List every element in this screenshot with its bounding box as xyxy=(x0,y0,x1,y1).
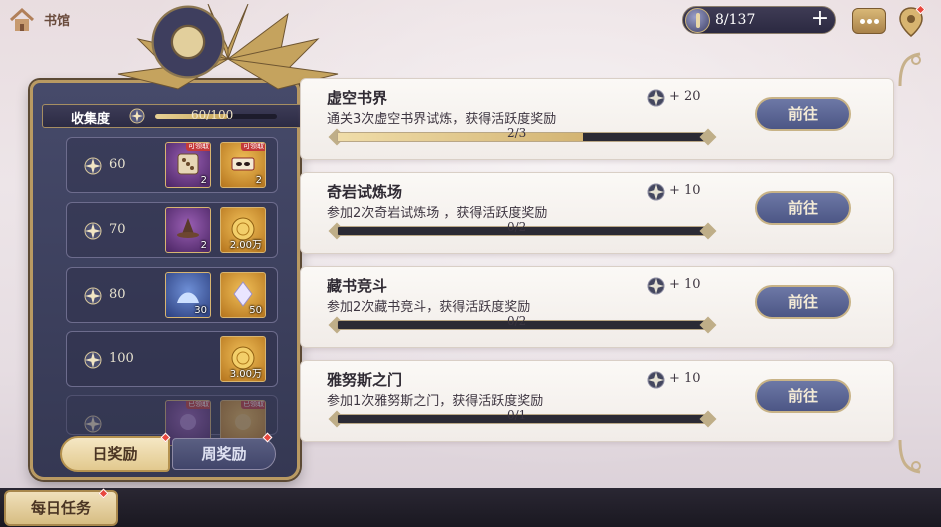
corner-ornament xyxy=(898,439,921,474)
item-count: 30 xyxy=(194,305,207,316)
go-button[interactable]: 前往 xyxy=(755,191,851,225)
task-card: 虚空书界通关3次虚空书界试炼，获得活跃度奖励 + 20 2/3 前往 xyxy=(300,78,894,160)
add-energy-button[interactable]: + xyxy=(809,8,831,31)
task-card: 雅努斯之门参加1次雅努斯之门，获得活跃度奖励 + 10 0/1 前往 xyxy=(300,360,894,442)
task-description: 通关3次虚空书界试炼，获得活跃度奖励 xyxy=(327,112,557,127)
task-progress-fill xyxy=(338,133,584,141)
task-progress-text: 0/1 xyxy=(507,408,527,422)
star-badge-icon xyxy=(84,351,102,369)
activity-point-icon xyxy=(647,277,665,295)
task-description: 参加2次奇岩试炼场 ，获得活跃度奖励 xyxy=(327,206,548,221)
map-pin-button[interactable] xyxy=(898,4,926,38)
item-status-tag: 已领取 xyxy=(241,400,265,409)
crystal-item[interactable]: 50 xyxy=(220,272,266,318)
chat-button[interactable] xyxy=(852,8,886,34)
collection-value: 60/100 xyxy=(191,108,234,122)
item-count: 50 xyxy=(249,305,262,316)
corner-ornament xyxy=(898,52,921,87)
collection-progress: 收集度 60/100 xyxy=(42,104,304,128)
activity-point-icon xyxy=(647,89,665,107)
sun-icon xyxy=(148,2,228,82)
candle-icon xyxy=(685,8,710,33)
item-count: 2.00万 xyxy=(229,240,262,251)
tab-weekly-rewards[interactable]: 周奖励 xyxy=(172,438,276,470)
item-count: 2 xyxy=(255,175,262,186)
task-progress-text: 0/2 xyxy=(507,314,527,328)
tier-value: 70 xyxy=(109,222,126,237)
reward-tier: 80 30 50 xyxy=(66,267,278,323)
go-button[interactable]: 前往 xyxy=(755,285,851,319)
dice-item[interactable]: 2 可领取 xyxy=(165,142,211,188)
task-name: 雅努斯之门 xyxy=(327,371,403,389)
reward-tier: 100 3.00万 xyxy=(66,331,278,387)
task-name: 虚空书界 xyxy=(327,89,388,107)
collection-label: 收集度 xyxy=(71,112,111,127)
item-status-tag: 可领取 xyxy=(186,142,210,151)
bottom-bar xyxy=(0,488,941,527)
reward-tier: 已领取 已领取 xyxy=(66,395,278,446)
star-badge-icon xyxy=(84,287,102,305)
star-badge-icon xyxy=(84,222,102,240)
task-name: 藏书竞斗 xyxy=(327,277,388,295)
reward-tabs: 日奖励 周奖励 xyxy=(60,432,278,472)
powder-item[interactable]: 30 xyxy=(165,272,211,318)
go-button[interactable]: 前往 xyxy=(755,379,851,413)
reward-tier: 60 2 可领取 2 可领取 xyxy=(66,137,278,193)
task-reward: + 20 xyxy=(669,89,701,104)
mask-item[interactable]: 2 可领取 xyxy=(220,142,266,188)
tier-value: 60 xyxy=(109,157,126,172)
gold-coin-item[interactable]: 2.00万 xyxy=(220,207,266,253)
item-count: 2 xyxy=(200,175,207,186)
task-description: 参加2次藏书竞斗，获得活跃度奖励 xyxy=(327,300,531,315)
energy-value: 8/137 xyxy=(715,12,756,28)
witch-hat-item[interactable]: 2 xyxy=(165,207,211,253)
task-reward: + 10 xyxy=(669,371,701,386)
tier-value: 100 xyxy=(109,351,134,366)
item-count: 3.00万 xyxy=(229,369,262,380)
tier-value: 80 xyxy=(109,287,126,302)
task-reward: + 10 xyxy=(669,183,701,198)
task-list: 虚空书界 通关3次虚空书界试炼，获得活跃度奖励 + 20 2/3 前往 奇岩试炼场 参加2次… xyxy=(300,50,921,480)
task-card: 藏书竞斗参加2次藏书竞斗，获得活跃度奖励 + 10 0/2 前往 xyxy=(300,266,894,348)
task-reward: + 10 xyxy=(669,277,701,292)
reward-tier: 70 2 2.00万 xyxy=(66,202,278,258)
activity-point-icon xyxy=(647,183,665,201)
energy-counter: 8/137 + xyxy=(682,6,836,34)
tab-daily-rewards[interactable]: 日奖励 xyxy=(60,436,170,472)
task-card: 奇岩试炼场参加2次奇岩试炼场 ，获得活跃度奖励 + 10 0/2 前往 xyxy=(300,172,894,254)
item-status-tag: 已领取 xyxy=(186,400,210,409)
star-badge-icon xyxy=(129,108,145,124)
task-progress-text: 0/2 xyxy=(507,220,527,234)
item-status-tag: 可领取 xyxy=(241,142,265,151)
go-button[interactable]: 前往 xyxy=(755,97,851,131)
gold-coin-item[interactable]: 3.00万 xyxy=(220,336,266,382)
item-count: 2 xyxy=(200,240,207,251)
task-description: 参加1次雅努斯之门，获得活跃度奖励 xyxy=(327,394,544,409)
star-badge-icon xyxy=(84,157,102,175)
home-icon[interactable] xyxy=(8,6,36,34)
activity-point-icon xyxy=(647,371,665,389)
star-badge-icon xyxy=(84,415,102,433)
task-name: 奇岩试炼场 xyxy=(327,183,403,201)
task-progress-text: 2/3 xyxy=(507,126,527,140)
